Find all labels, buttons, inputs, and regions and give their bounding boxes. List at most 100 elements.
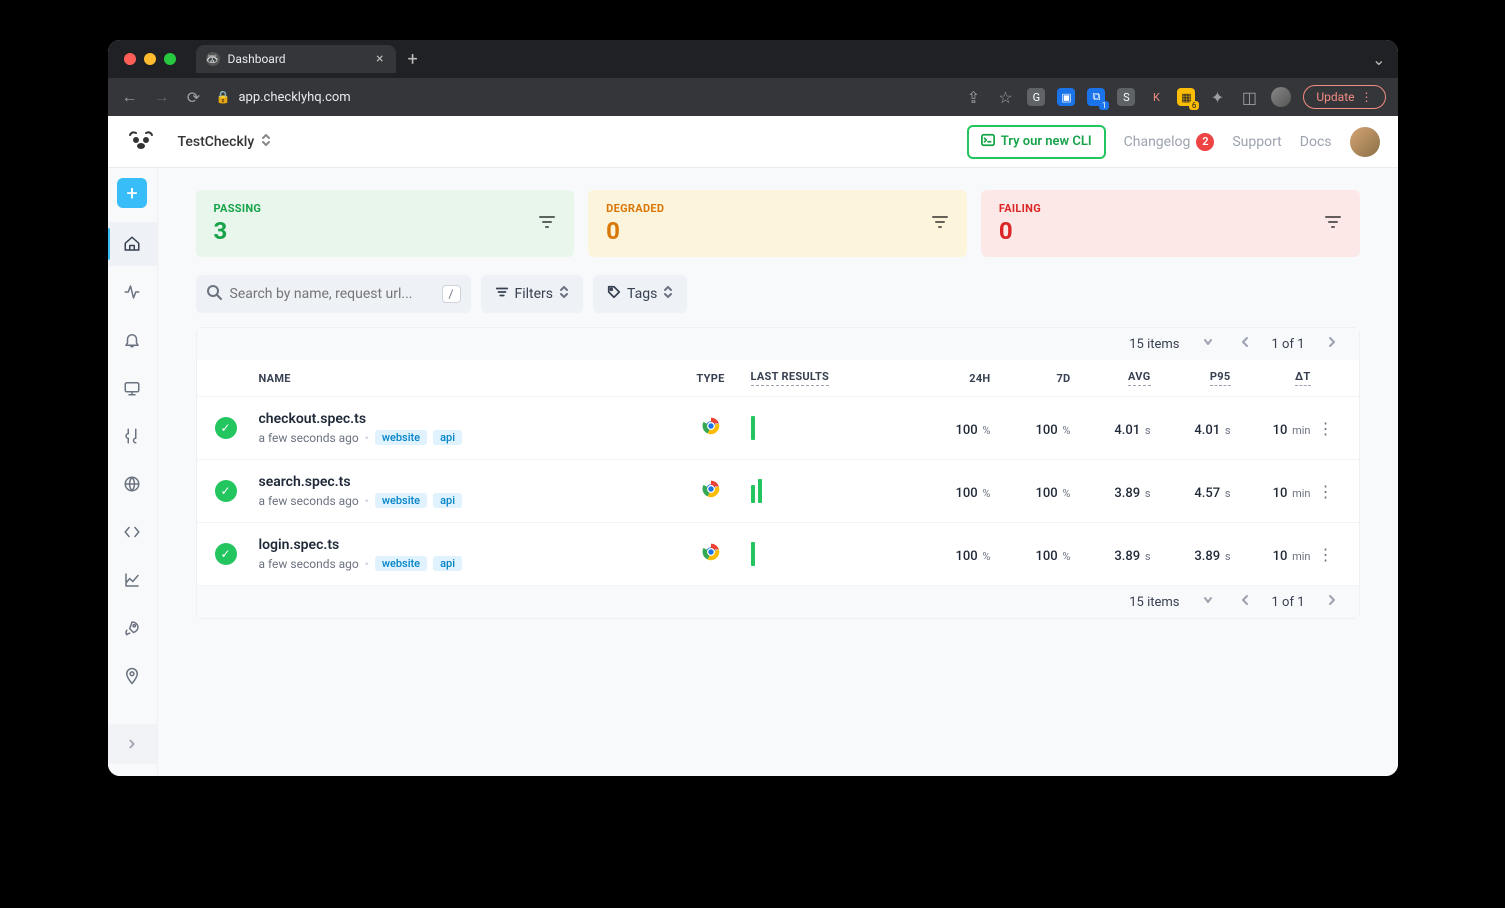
sidebar-item-activity[interactable] <box>108 270 158 314</box>
lock-icon: 🔒 <box>216 90 231 104</box>
user-avatar[interactable] <box>1350 127 1380 157</box>
filters-button[interactable]: Filters <box>481 275 584 313</box>
sidebar-item-dashboards[interactable] <box>108 366 158 410</box>
th-avg[interactable]: AVG <box>1071 370 1151 386</box>
tags-label: Tags <box>627 286 657 302</box>
th-7d[interactable]: 7D <box>991 372 1071 385</box>
table-row[interactable]: ✓search.spec.tsa few seconds ago•website… <box>197 459 1359 522</box>
prev-page-icon[interactable] <box>1236 336 1254 352</box>
tag[interactable]: website <box>375 556 427 571</box>
terminal-icon <box>981 133 995 151</box>
sidebar-item-alerts[interactable] <box>108 318 158 362</box>
tag[interactable]: website <box>375 493 427 508</box>
workspace-switcher[interactable]: TestCheckly <box>178 133 273 151</box>
minimize-window-button[interactable] <box>144 53 156 65</box>
back-button[interactable]: ← <box>120 87 140 107</box>
extensions-icon[interactable]: ✦ <box>1207 88 1227 107</box>
forward-button[interactable]: → <box>152 87 172 107</box>
th-dt[interactable]: ΔT <box>1231 370 1311 386</box>
sidebar-item-home[interactable] <box>108 222 158 266</box>
filter-icon[interactable] <box>538 213 556 235</box>
search-box[interactable]: / <box>196 275 471 313</box>
sidebar-item-reports[interactable] <box>108 558 158 602</box>
sidebar-item-private[interactable] <box>108 654 158 698</box>
table-body: ✓checkout.spec.tsa few seconds ago•websi… <box>197 396 1359 585</box>
extension-screen-icon[interactable]: ⧉ <box>1087 88 1105 106</box>
update-button[interactable]: Update ⋮ <box>1303 85 1385 109</box>
summary-row: PASSING 3 DEGRADED 0 F <box>196 190 1360 257</box>
tag[interactable]: api <box>433 556 462 571</box>
result-bars <box>751 416 911 440</box>
table-header: NAME TYPE LAST RESULTS 24H 7D AVG P95 ΔT <box>197 360 1359 396</box>
metric-avg: 4.01 s <box>1114 423 1150 438</box>
filter-icon[interactable] <box>1324 213 1342 235</box>
table-pager-bottom: 15 items 1 of 1 <box>197 585 1359 618</box>
search-input[interactable] <box>230 286 434 302</box>
tab-bar: 🦝 Dashboard × + ⌄ <box>108 40 1398 78</box>
cli-button[interactable]: Try our new CLI <box>967 125 1106 159</box>
reload-button[interactable]: ⟳ <box>184 88 204 107</box>
th-type[interactable]: TYPE <box>671 372 751 385</box>
browser-tab[interactable]: 🦝 Dashboard × <box>196 45 396 73</box>
row-menu-icon[interactable]: ⋮ <box>1318 482 1334 501</box>
result-bars <box>751 479 911 503</box>
sidebar-item-locations[interactable] <box>108 462 158 506</box>
close-window-button[interactable] <box>124 53 136 65</box>
add-button[interactable]: + <box>117 178 147 208</box>
bookmark-icon[interactable]: ☆ <box>995 88 1015 107</box>
table-row[interactable]: ✓login.spec.tsa few seconds ago•websitea… <box>197 522 1359 585</box>
app: TestCheckly Try our new CLI Changelog 2 … <box>108 116 1398 776</box>
metric-dt: 10 min <box>1273 549 1311 564</box>
next-page-icon[interactable] <box>1323 594 1341 610</box>
status-pass-icon: ✓ <box>215 417 237 439</box>
browser-toolbar: ← → ⟳ 🔒 app.checklyhq.com ⇪ ☆ G ▣ ⧉ S K … <box>108 78 1398 116</box>
items-dropdown-icon[interactable] <box>1198 594 1218 610</box>
address-bar[interactable]: 🔒 app.checklyhq.com <box>216 90 351 105</box>
extension-notes-icon[interactable]: ▦ <box>1177 88 1195 106</box>
tags-button[interactable]: Tags <box>593 275 687 313</box>
sidepanel-icon[interactable]: ◫ <box>1239 88 1259 107</box>
extension-grammarly-icon[interactable]: G <box>1027 88 1045 106</box>
sidebar-item-snippets[interactable] <box>108 510 158 554</box>
th-name[interactable]: NAME <box>259 372 671 385</box>
th-p95[interactable]: P95 <box>1151 370 1231 386</box>
header-right: Try our new CLI Changelog 2 Support Docs <box>967 125 1380 159</box>
app-body: + PASSING 3 <box>108 168 1398 776</box>
tabs-overflow-icon[interactable]: ⌄ <box>1372 50 1385 69</box>
maximize-window-button[interactable] <box>164 53 176 65</box>
sidebar-item-rocket[interactable] <box>108 606 158 650</box>
th-24h[interactable]: 24H <box>911 372 991 385</box>
new-tab-button[interactable]: + <box>408 49 418 70</box>
metric-24h: 100 % <box>956 486 991 501</box>
page-indicator: 1 of 1 <box>1272 595 1305 610</box>
prev-page-icon[interactable] <box>1236 594 1254 610</box>
next-page-icon[interactable] <box>1323 336 1341 352</box>
filter-icon[interactable] <box>931 213 949 235</box>
extension-zoom-icon[interactable]: ▣ <box>1057 88 1075 106</box>
summary-card-failing[interactable]: FAILING 0 <box>981 190 1360 257</box>
search-kbd: / <box>442 285 461 303</box>
support-link[interactable]: Support <box>1232 134 1281 150</box>
summary-card-passing[interactable]: PASSING 3 <box>196 190 575 257</box>
changelog-link[interactable]: Changelog 2 <box>1124 133 1215 151</box>
tag[interactable]: api <box>433 430 462 445</box>
close-tab-icon[interactable]: × <box>376 51 383 67</box>
th-last[interactable]: LAST RESULTS <box>751 370 911 386</box>
sidebar-expand-button[interactable] <box>108 724 158 764</box>
tag[interactable]: api <box>433 493 462 508</box>
extension-k-icon[interactable]: K <box>1147 88 1165 106</box>
share-icon[interactable]: ⇪ <box>963 88 983 107</box>
profile-avatar-icon[interactable] <box>1271 87 1291 107</box>
logo-icon[interactable] <box>126 127 156 157</box>
sidebar-item-maintenance[interactable] <box>108 414 158 458</box>
row-menu-icon[interactable]: ⋮ <box>1318 419 1334 438</box>
chrome-icon <box>701 547 721 566</box>
browser-window: 🦝 Dashboard × + ⌄ ← → ⟳ 🔒 app.checklyhq.… <box>108 40 1398 776</box>
row-menu-icon[interactable]: ⋮ <box>1318 545 1334 564</box>
items-dropdown-icon[interactable] <box>1198 336 1218 352</box>
extension-s-icon[interactable]: S <box>1117 88 1135 106</box>
summary-card-degraded[interactable]: DEGRADED 0 <box>588 190 967 257</box>
tag[interactable]: website <box>375 430 427 445</box>
docs-link[interactable]: Docs <box>1300 134 1332 150</box>
table-row[interactable]: ✓checkout.spec.tsa few seconds ago•websi… <box>197 396 1359 459</box>
